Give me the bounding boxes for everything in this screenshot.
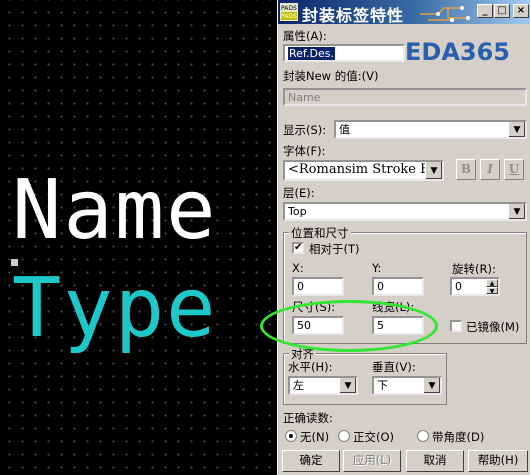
chevron-down-icon[interactable]: ▼ (508, 204, 525, 219)
chevron-down-icon[interactable]: ▼ (423, 378, 440, 393)
label-properties-dialog: PADS PADS 封装标签特性 _ □ × EDA365 属性(A): Ref… (277, 0, 530, 475)
rotation-label: 旋转(R): (452, 262, 496, 276)
chevron-down-icon[interactable]: ▼ (425, 162, 442, 179)
close-button[interactable]: × (513, 4, 529, 18)
display-label: 显示(S): (283, 123, 327, 137)
chevron-down-icon[interactable]: ▼ (508, 122, 525, 137)
font-select[interactable]: <Romansim Stroke F ▼ (283, 160, 444, 181)
label-type-text[interactable]: Type (12, 268, 217, 350)
bold-button[interactable]: B (456, 159, 476, 180)
display-value: 值 (339, 123, 350, 136)
dialog-title: 封装标签特性 (302, 6, 405, 25)
relative-label: 相对于(T) (309, 242, 360, 256)
radio-angled[interactable] (417, 430, 429, 442)
radio-angled-label[interactable]: 带角度(D) (432, 429, 484, 445)
rotation-input[interactable]: 0 ▲ ▼ (450, 277, 500, 296)
radio-orthogonal[interactable] (338, 430, 350, 442)
cancel-button[interactable]: 取消 (406, 450, 464, 472)
help-button[interactable]: 帮助(H) (468, 450, 528, 472)
font-label: 字体(F): (283, 144, 326, 158)
horizontal-value: 左 (293, 379, 304, 392)
rotation-spinner[interactable]: ▲ ▼ (486, 279, 498, 294)
layer-select[interactable]: Top ▼ (283, 202, 527, 221)
mirror-checkbox[interactable] (450, 320, 462, 332)
layer-label: 层(E): (283, 186, 315, 200)
italic-button[interactable]: I (480, 159, 500, 180)
font-value: <Romansim Stroke F (288, 162, 430, 177)
radio-none-label[interactable]: 无(N) (300, 429, 329, 445)
vertical-select[interactable]: 下 ▼ (372, 376, 442, 395)
vertical-label: 垂直(V): (372, 360, 416, 374)
spin-up-icon[interactable]: ▲ (486, 279, 498, 287)
design-canvas[interactable]: Name Type (0, 0, 277, 475)
svg-text:PADS: PADS (281, 13, 297, 20)
minimize-button[interactable]: _ (477, 4, 493, 18)
horizontal-select[interactable]: 左 ▼ (288, 376, 358, 395)
attribute-label: 属性(A): (283, 29, 327, 43)
horizontal-label: 水平(H): (288, 360, 333, 374)
underline-button[interactable]: U (504, 159, 524, 180)
y-input[interactable]: 0 (372, 277, 424, 296)
title-bar[interactable]: PADS PADS 封装标签特性 _ □ × (278, 0, 530, 25)
maximize-button[interactable]: □ (494, 4, 510, 18)
origin-marker (11, 259, 18, 266)
attribute-value: Ref.Des. (288, 47, 335, 60)
x-input[interactable]: 0 (292, 277, 344, 296)
apply-button[interactable]: 应用(L) (343, 450, 401, 472)
attribute-field[interactable]: Ref.Des. (283, 44, 405, 62)
highlight-ellipse (260, 300, 438, 352)
position-size-title: 位置和尺寸 (289, 225, 351, 241)
eda365-watermark: EDA365 (405, 38, 510, 66)
vertical-value: 下 (377, 379, 388, 392)
pads-app-icon: PADS PADS (280, 3, 298, 21)
svg-text:PADS: PADS (281, 5, 297, 12)
ok-button[interactable]: 确定 (282, 450, 340, 472)
label-name-text[interactable]: Name (12, 170, 217, 252)
layer-value: Top (288, 205, 307, 218)
relative-checkbox[interactable]: ✔ (292, 242, 304, 254)
spin-down-icon[interactable]: ▼ (486, 286, 498, 294)
radio-orthogonal-label[interactable]: 正交(O) (353, 429, 394, 445)
rotation-value: 0 (455, 280, 462, 293)
readability-label: 正确读数: (283, 411, 333, 425)
radio-none[interactable] (285, 430, 297, 442)
mirror-label: 已镜像(M) (466, 320, 520, 334)
x-label: X: (292, 261, 304, 275)
y-label: Y: (372, 261, 382, 275)
new-value-label: 封装New 的值:(V) (283, 69, 379, 83)
chevron-down-icon[interactable]: ▼ (339, 378, 356, 393)
new-value-field[interactable]: Name (283, 88, 527, 106)
display-select[interactable]: 值 ▼ (334, 120, 527, 139)
